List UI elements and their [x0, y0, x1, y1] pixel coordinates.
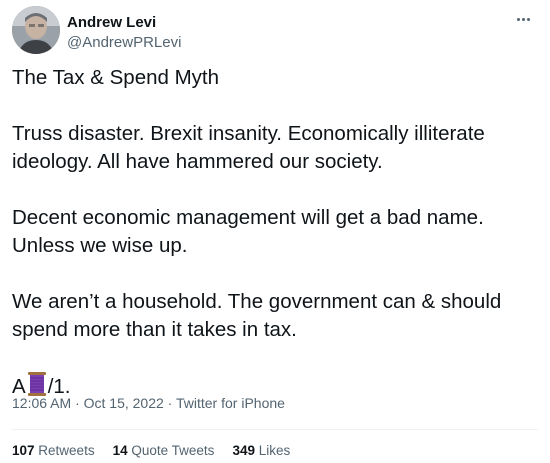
tweet-paragraph-3: We aren’t a household. The government ca…	[12, 290, 507, 341]
retweets-count: 107	[12, 443, 35, 458]
tweet-card: Andrew Levi @AndrewPRLevi The Tax & Spen…	[0, 0, 550, 463]
tweet-header: Andrew Levi @AndrewPRLevi	[12, 6, 538, 58]
avatar[interactable]	[12, 6, 60, 54]
tweet-paragraph-2: Decent economic management will get a ba…	[12, 206, 490, 257]
tweet-paragraph-1: Truss disaster. Brexit insanity. Economi…	[12, 122, 491, 173]
quote-tweets-stat[interactable]: 14 Quote Tweets	[113, 441, 215, 461]
tweet-time[interactable]: 12:06 AM	[12, 395, 71, 411]
likes-label: Likes	[258, 443, 291, 458]
meta-separator: ·	[163, 395, 176, 411]
author-handle[interactable]: @AndrewPRLevi	[67, 33, 181, 52]
tweet-stats: 107 Retweets 14 Quote Tweets 349 Likes	[12, 441, 290, 461]
author-display-name[interactable]: Andrew Levi	[67, 13, 181, 32]
meta-separator: ·	[71, 395, 84, 411]
likes-count: 349	[232, 443, 255, 458]
tweet-text: The Tax & Spend Myth Truss disaster. Bre…	[12, 64, 538, 404]
tweet-meta: 12:06 AM · Oct 15, 2022 · Twitter for iP…	[12, 393, 285, 413]
avatar-photo-icon	[12, 6, 60, 54]
tweet-date[interactable]: Oct 15, 2022	[84, 395, 164, 411]
quote-tweets-count: 14	[112, 443, 128, 458]
retweets-label: Retweets	[38, 443, 95, 458]
more-options-icon[interactable]	[512, 12, 534, 26]
quote-tweets-label: Quote Tweets	[131, 443, 215, 458]
likes-stat[interactable]: 349 Likes	[232, 441, 290, 461]
divider	[12, 429, 538, 430]
author-names: Andrew Levi @AndrewPRLevi	[67, 13, 181, 52]
tweet-source[interactable]: Twitter for iPhone	[176, 395, 285, 411]
retweets-stat[interactable]: 107 Retweets	[12, 441, 95, 461]
tweet-title: The Tax & Spend Myth	[12, 66, 220, 89]
